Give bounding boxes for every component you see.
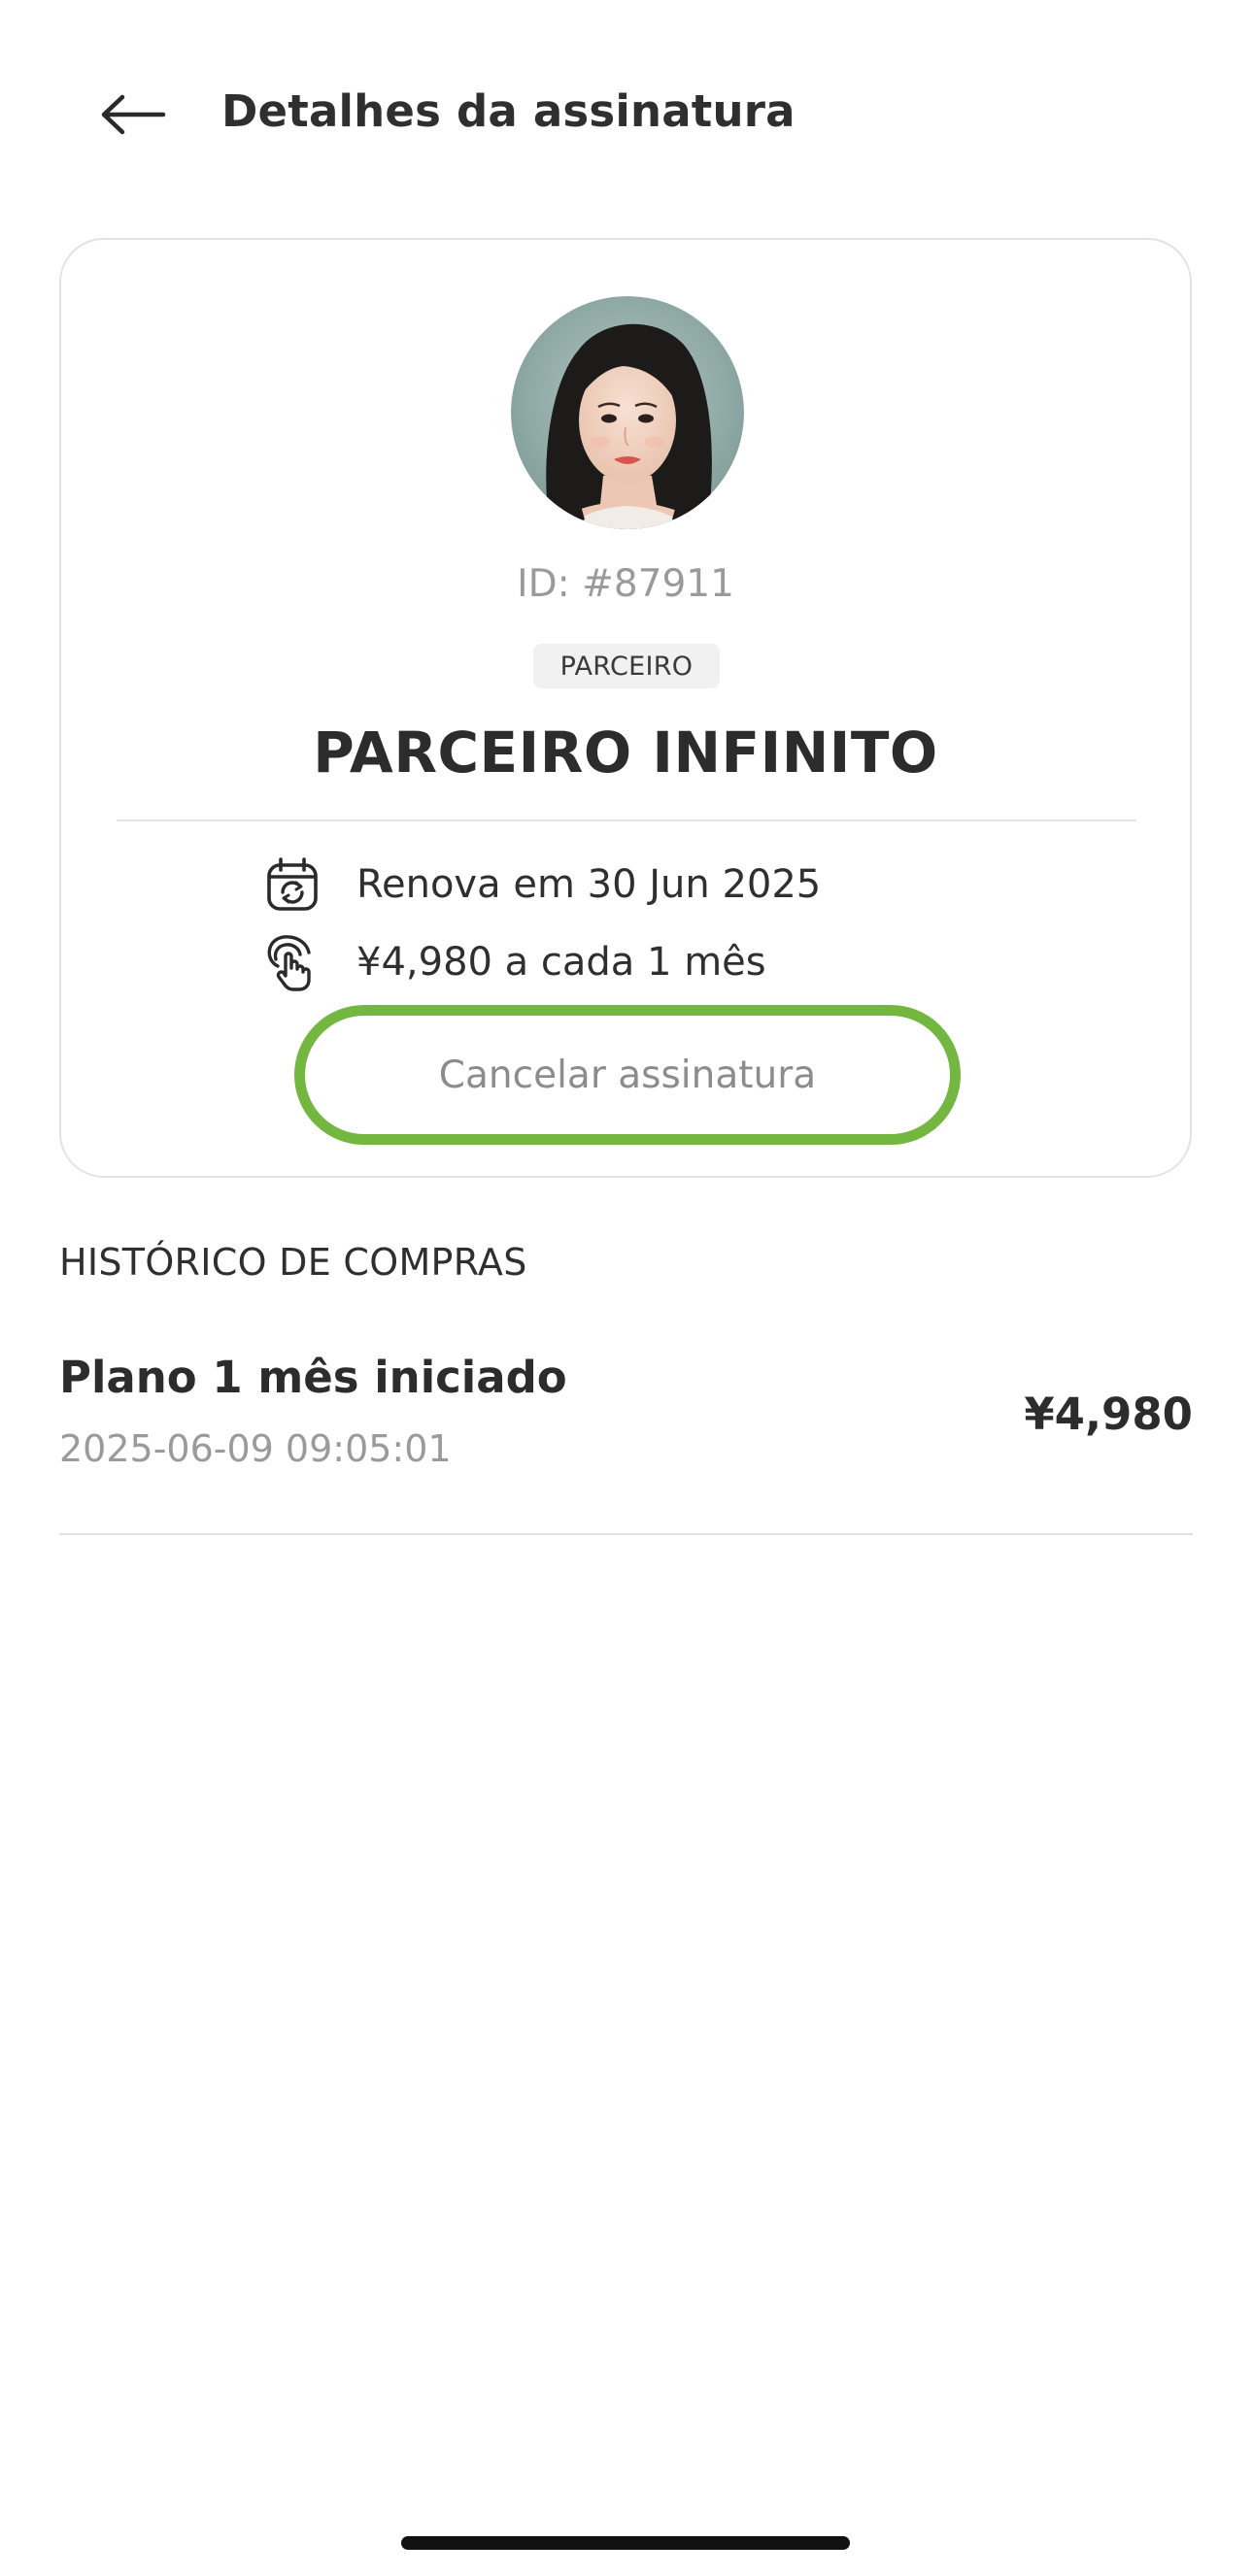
purchase-date: 2025-06-09 09:05:01 [59,1427,452,1470]
divider [59,1533,1193,1535]
avatar [511,296,744,529]
price-row: ¥4,980 a cada 1 mês [261,931,766,993]
cancel-subscription-button[interactable]: Cancelar assinatura [294,1005,961,1145]
tap-hand-icon [261,931,323,993]
subscription-id: ID: #87911 [517,562,734,606]
purchase-amount: ¥4,980 [1024,1388,1193,1440]
divider [117,820,1136,821]
price-text: ¥4,980 a cada 1 mês [356,940,766,985]
purchase-history-title: HISTÓRICO DE COMPRAS [59,1241,527,1284]
subscription-card: ID: #87911 PARCEIRO PARCEIRO INFINITO Re… [59,238,1192,1178]
calendar-refresh-icon [261,853,323,916]
list-item[interactable]: Plano 1 mês iniciado 2025-06-09 09:05:01… [59,1340,1193,1534]
renewal-text: Renova em 30 Jun 2025 [356,862,822,907]
home-indicator[interactable] [401,2536,850,2550]
plan-name: PARCEIRO INFINITO [313,719,938,786]
arrow-left-icon [101,94,166,135]
renewal-row: Renova em 30 Jun 2025 [261,853,821,916]
back-button[interactable] [80,76,186,153]
page-title: Detalhes da assinatura [221,85,796,137]
plan-tag: PARCEIRO [533,644,720,688]
purchase-name: Plano 1 mês iniciado [59,1352,567,1403]
header: Detalhes da assinatura [0,0,1253,233]
